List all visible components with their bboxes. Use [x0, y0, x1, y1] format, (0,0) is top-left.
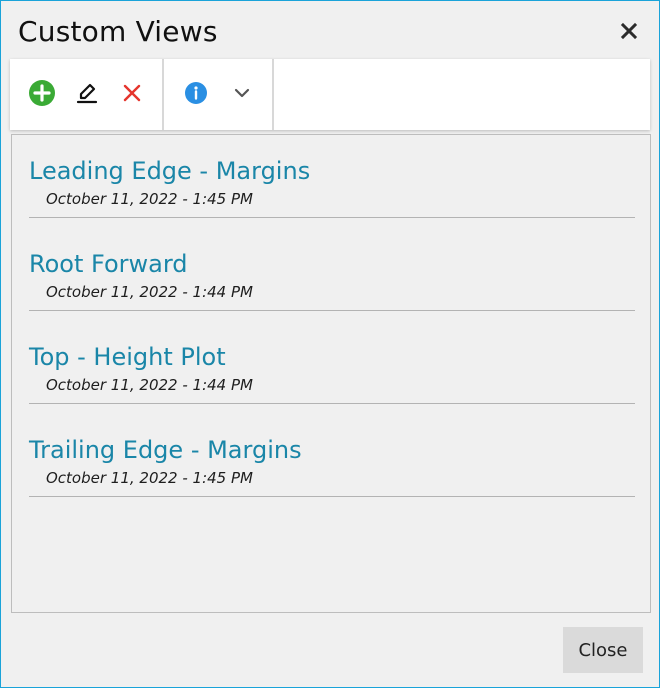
edit-view-button[interactable] — [72, 80, 102, 110]
toolbar-separator — [272, 59, 274, 130]
chevron-down-icon — [232, 83, 252, 107]
views-list: Leading Edge - Margins October 11, 2022 … — [11, 134, 651, 613]
view-date: October 11, 2022 - 1:45 PM — [46, 469, 253, 487]
list-item[interactable]: Leading Edge - Margins October 11, 2022 … — [29, 135, 635, 218]
toolbar — [10, 59, 650, 130]
edit-pen-icon — [75, 81, 99, 109]
more-options-button[interactable] — [227, 80, 257, 110]
add-circle-icon — [28, 79, 56, 111]
dialog-title: Custom Views — [18, 15, 218, 48]
edit-group — [10, 59, 162, 130]
list-item[interactable]: Trailing Edge - Margins October 11, 2022… — [29, 414, 635, 497]
list-item[interactable]: Top - Height Plot October 11, 2022 - 1:4… — [29, 321, 635, 404]
view-date: October 11, 2022 - 1:44 PM — [46, 376, 253, 394]
list-item[interactable]: Root Forward October 11, 2022 - 1:44 PM — [29, 228, 635, 311]
close-icon[interactable] — [615, 17, 643, 45]
view-name[interactable]: Root Forward — [29, 250, 188, 278]
add-view-button[interactable] — [27, 80, 57, 110]
info-icon — [184, 81, 208, 109]
delete-view-button[interactable] — [117, 80, 147, 110]
view-name[interactable]: Leading Edge - Margins — [29, 157, 310, 185]
view-name[interactable]: Trailing Edge - Margins — [29, 436, 302, 464]
info-group — [164, 59, 272, 130]
close-button[interactable]: Close — [563, 627, 643, 673]
view-name[interactable]: Top - Height Plot — [29, 343, 226, 371]
delete-x-icon — [121, 82, 143, 108]
view-date: October 11, 2022 - 1:45 PM — [46, 190, 253, 208]
info-button[interactable] — [181, 80, 211, 110]
view-date: October 11, 2022 - 1:44 PM — [46, 283, 253, 301]
custom-views-dialog: Custom Views Leading Edge - Margins Octo… — [0, 0, 660, 688]
